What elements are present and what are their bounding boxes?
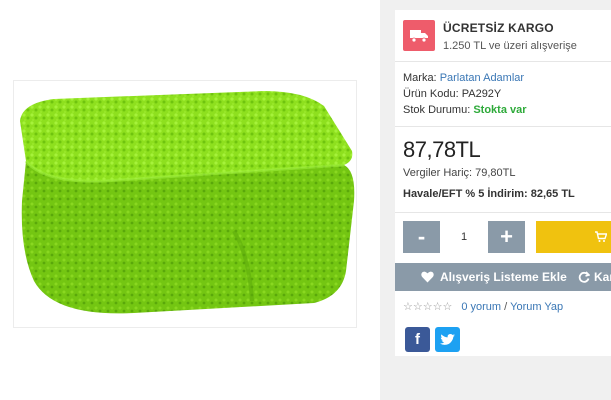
heart-icon <box>421 271 434 283</box>
product-info-pane: ÜCRETSİZ KARGO 1.250 TL ve üzeri alışver… <box>380 0 611 400</box>
price-without-tax: Vergiler Hariç: 79,80TL <box>403 167 516 179</box>
rating-stars[interactable]: ☆☆☆☆☆ <box>403 300 452 313</box>
cart-icon <box>595 231 607 242</box>
divider <box>395 212 611 213</box>
product-info-panel: ÜCRETSİZ KARGO 1.250 TL ve üzeri alışver… <box>395 10 611 356</box>
stock-row: Stok Durumu: Stokta var <box>403 102 527 118</box>
shipping-title: ÜCRETSİZ KARGO <box>443 21 554 35</box>
eft-discount-price: Havale/EFT % 5 İndirim: 82,65 TL <box>403 188 575 200</box>
brand-label: Marka: <box>403 72 437 84</box>
product-meta: Marka: Parlatan Adamlar Ürün Kodu: PA292… <box>403 70 527 118</box>
product-price: 87,78TL <box>403 137 481 162</box>
review-count-link[interactable]: 0 yorum <box>461 301 501 313</box>
stock-label: Stok Durumu: <box>403 104 471 116</box>
shipping-subtitle: 1.250 TL ve üzeri alışverişe <box>443 40 577 52</box>
product-gallery <box>0 0 380 400</box>
sponge-illustration <box>20 91 355 314</box>
brand-link[interactable]: Parlatan Adamlar <box>440 72 524 84</box>
add-to-wishlist-button[interactable]: Alışveriş Listeme Ekle <box>421 270 567 284</box>
product-image[interactable] <box>13 80 357 328</box>
product-actions-bar: Alışveriş Listeme Ekle Kar <box>395 263 611 291</box>
compare-button[interactable]: Kar <box>578 270 611 284</box>
twitter-icon <box>440 333 455 345</box>
free-shipping-banner: ÜCRETSİZ KARGO 1.250 TL ve üzeri alışver… <box>395 10 611 62</box>
write-review-link[interactable]: Yorum Yap <box>510 301 563 313</box>
quantity-increase-button[interactable]: + <box>488 221 525 253</box>
divider <box>395 126 611 127</box>
stock-status: Stokta var <box>473 104 527 116</box>
facebook-icon: f <box>415 331 420 348</box>
quantity-input[interactable] <box>444 221 484 253</box>
truck-icon <box>403 20 435 51</box>
rating-separator: / <box>504 300 508 313</box>
quantity-decrease-button[interactable]: - <box>403 221 440 253</box>
twitter-share-button[interactable] <box>435 327 460 352</box>
refresh-icon <box>578 271 590 283</box>
add-to-cart-button[interactable] <box>536 221 611 253</box>
product-code-label: Ürün Kodu: <box>403 88 459 100</box>
brand-row: Marka: Parlatan Adamlar <box>403 70 527 86</box>
product-code-row: Ürün Kodu: PA292Y <box>403 86 527 102</box>
facebook-share-button[interactable]: f <box>405 327 430 352</box>
wishlist-label: Alışveriş Listeme Ekle <box>440 270 567 284</box>
product-code-value: PA292Y <box>461 88 502 100</box>
compare-label: Kar <box>594 270 611 284</box>
product-rating: ☆☆☆☆☆ 0 yorum / Yorum Yap <box>403 300 563 313</box>
